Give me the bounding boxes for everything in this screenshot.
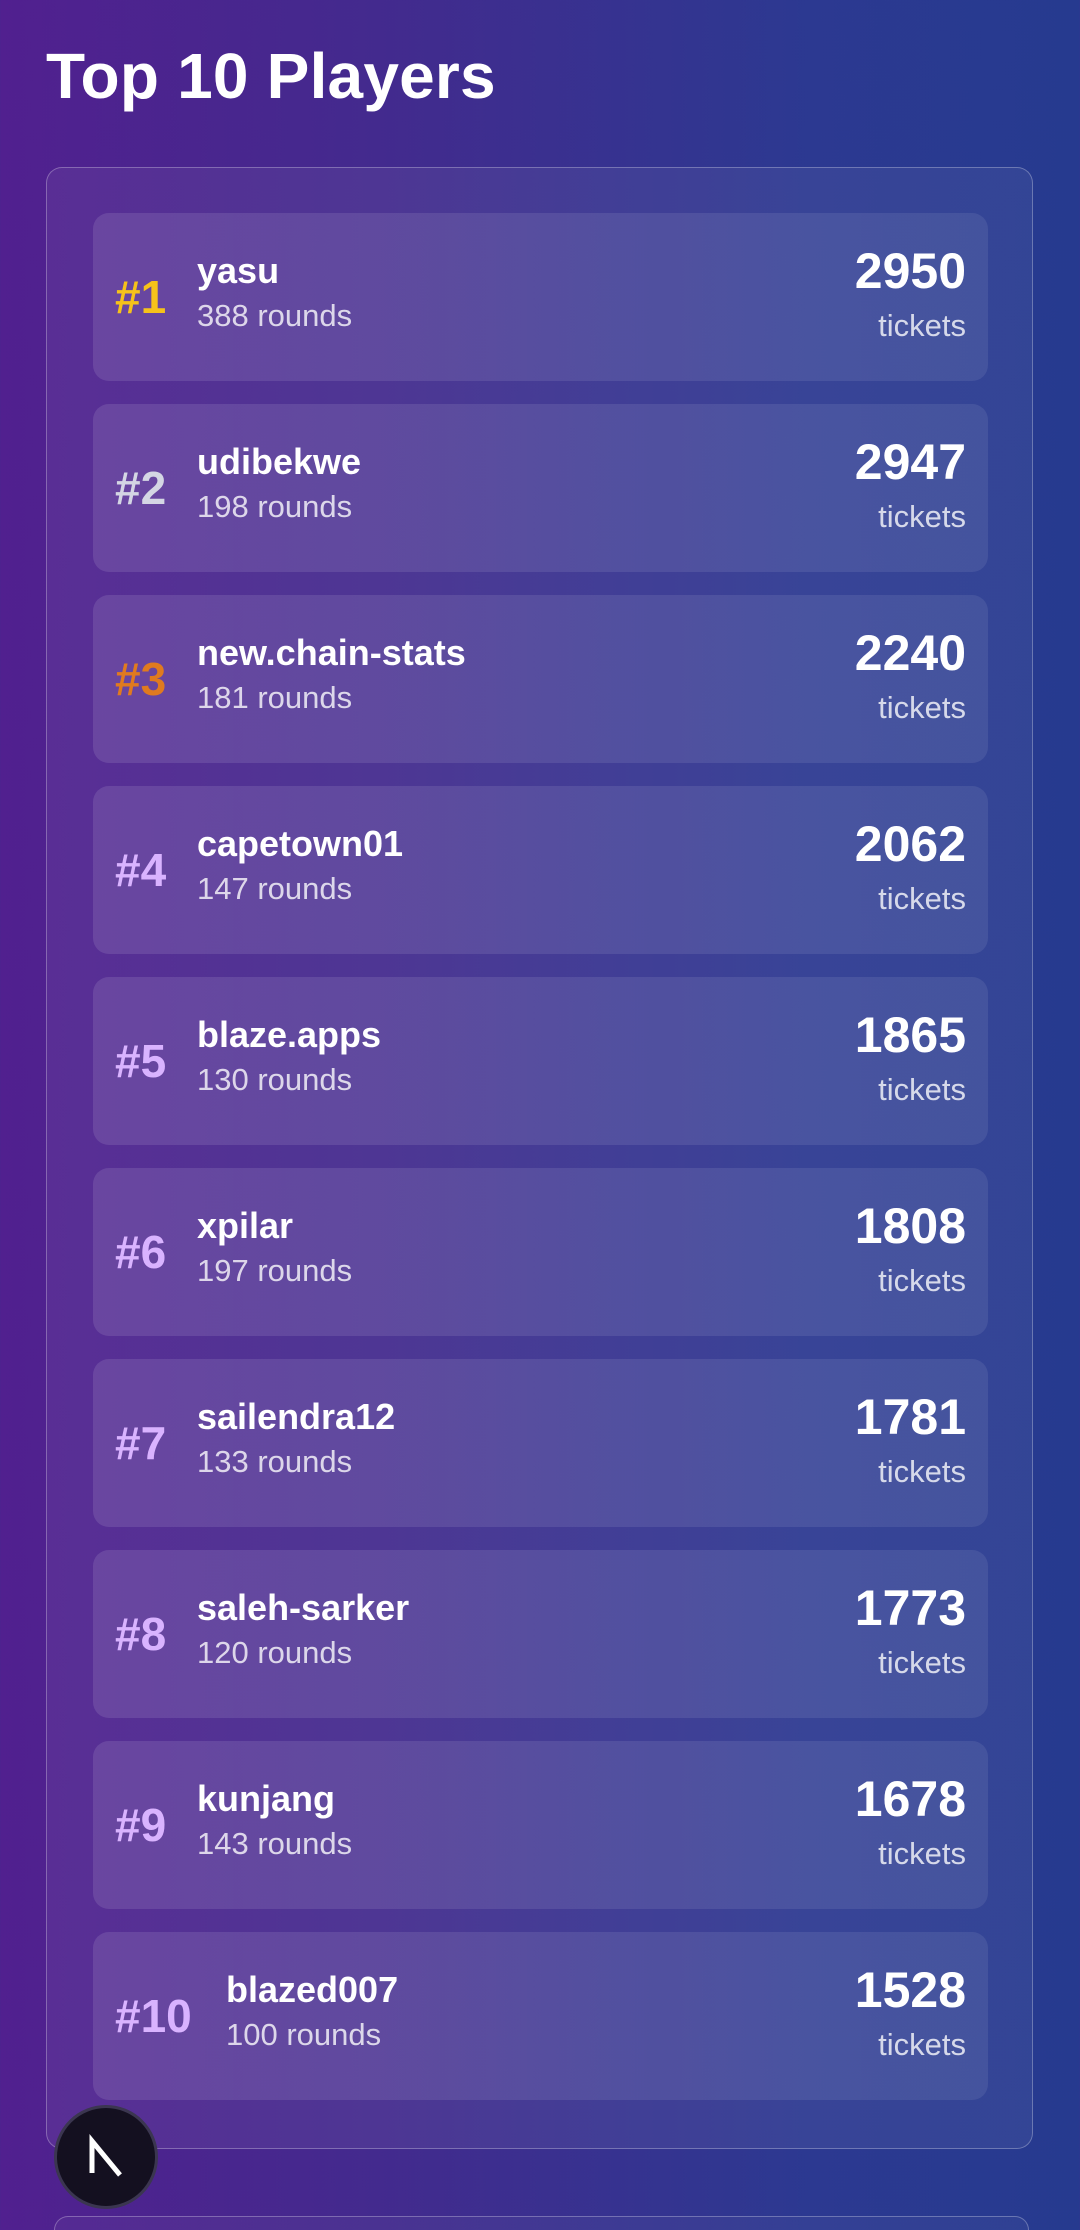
player-rounds: 143 rounds: [197, 1826, 353, 1861]
rank-label: #10: [115, 1990, 192, 2042]
player-name: kunjang: [197, 1778, 336, 1819]
rank-label: #4: [115, 844, 167, 896]
n-glyph-icon: [89, 2134, 122, 2177]
player-name: udibekwe: [197, 441, 362, 482]
player-rounds: 181 rounds: [197, 680, 353, 715]
player-info: saleh-sarker 120 rounds: [197, 1586, 409, 1672]
ticket-unit: tickets: [878, 1836, 966, 1871]
player-info: capetown01 147 rounds: [197, 822, 403, 908]
player-name: new.chain-stats: [197, 632, 466, 673]
ticket-count: 2240: [854, 625, 966, 681]
leaderboard-row[interactable]: #6 xpilar 197 rounds 1808 tickets: [93, 1168, 988, 1336]
player-info: udibekwe 198 rounds: [197, 440, 361, 526]
player-name: yasu: [197, 250, 280, 291]
ticket-unit: tickets: [878, 1072, 966, 1107]
player-rounds: 198 rounds: [197, 489, 353, 524]
player-name: sailendra12: [197, 1396, 396, 1437]
player-rounds: 133 rounds: [197, 1444, 353, 1479]
ticket-count: 1773: [854, 1580, 966, 1636]
nextjs-n-icon[interactable]: [54, 2105, 158, 2209]
player-info: yasu 388 rounds: [197, 249, 352, 335]
ticket-unit: tickets: [878, 881, 966, 916]
rank-label: #2: [115, 462, 167, 514]
score: 2240 tickets: [855, 625, 966, 727]
ticket-count: 1781: [854, 1389, 966, 1445]
ticket-unit: tickets: [878, 308, 966, 343]
player-rounds: 130 rounds: [197, 1062, 353, 1097]
player-name: xpilar: [197, 1205, 294, 1246]
score: 1678 tickets: [855, 1771, 966, 1873]
player-rounds: 120 rounds: [197, 1635, 353, 1670]
player-info: kunjang 143 rounds: [197, 1777, 352, 1863]
leaderboard-panel: #1 yasu 388 rounds 2950 tickets #2 udibe…: [46, 167, 1033, 2149]
ticket-unit: tickets: [878, 2027, 966, 2062]
player-rounds: 147 rounds: [197, 871, 353, 906]
ticket-count: 1865: [854, 1007, 966, 1063]
leaderboard-row[interactable]: #1 yasu 388 rounds 2950 tickets: [93, 213, 988, 381]
player-name: blaze.apps: [197, 1014, 382, 1055]
ticket-count: 2062: [854, 816, 966, 872]
player-name: blazed007: [226, 1969, 399, 2010]
leaderboard-row[interactable]: #10 blazed007 100 rounds 1528 tickets: [93, 1932, 988, 2100]
score: 2062 tickets: [855, 816, 966, 918]
ticket-unit: tickets: [878, 499, 966, 534]
leaderboard-row[interactable]: #9 kunjang 143 rounds 1678 tickets: [93, 1741, 988, 1909]
leaderboard-row[interactable]: #2 udibekwe 198 rounds 2947 tickets: [93, 404, 988, 572]
player-info: new.chain-stats 181 rounds: [197, 631, 466, 717]
score: 1781 tickets: [855, 1389, 966, 1491]
leaderboard-row[interactable]: #8 saleh-sarker 120 rounds 1773 tickets: [93, 1550, 988, 1718]
ticket-unit: tickets: [878, 1645, 966, 1680]
rank-label: #1: [115, 271, 167, 323]
player-name: capetown01: [197, 823, 404, 864]
rank-label: #7: [115, 1417, 167, 1469]
player-info: blazed007 100 rounds: [226, 1968, 398, 2054]
player-name: saleh-sarker: [197, 1587, 410, 1628]
rank-label: #6: [115, 1226, 167, 1278]
next-panel-edge: [54, 2216, 1029, 2230]
rank-label: #9: [115, 1799, 167, 1851]
score: 1773 tickets: [855, 1580, 966, 1682]
ticket-count: 1808: [854, 1198, 966, 1254]
leaderboard-row[interactable]: #7 sailendra12 133 rounds 1781 tickets: [93, 1359, 988, 1527]
score: 1808 tickets: [855, 1198, 966, 1300]
leaderboard-row[interactable]: #5 blaze.apps 130 rounds 1865 tickets: [93, 977, 988, 1145]
player-info: sailendra12 133 rounds: [197, 1395, 395, 1481]
score: 1865 tickets: [855, 1007, 966, 1109]
ticket-count: 1528: [854, 1962, 966, 2018]
leaderboard-row[interactable]: #4 capetown01 147 rounds 2062 tickets: [93, 786, 988, 954]
ticket-unit: tickets: [878, 690, 966, 725]
player-info: xpilar 197 rounds: [197, 1204, 352, 1290]
page-title: Top 10 Players: [46, 40, 496, 112]
score: 2947 tickets: [855, 434, 966, 536]
ticket-unit: tickets: [878, 1263, 966, 1298]
score: 2950 tickets: [855, 243, 966, 345]
rank-label: #3: [115, 653, 167, 705]
ticket-unit: tickets: [878, 1454, 966, 1489]
leaderboard-list: #1 yasu 388 rounds 2950 tickets #2 udibe…: [93, 213, 988, 2123]
rank-label: #8: [115, 1608, 167, 1660]
player-rounds: 197 rounds: [197, 1253, 353, 1288]
ticket-count: 2950: [854, 243, 966, 299]
ticket-count: 2947: [854, 434, 966, 490]
leaderboard-row[interactable]: #3 new.chain-stats 181 rounds 2240 ticke…: [93, 595, 988, 763]
player-info: blaze.apps 130 rounds: [197, 1013, 381, 1099]
ticket-count: 1678: [854, 1771, 966, 1827]
score: 1528 tickets: [855, 1962, 966, 2064]
rank-label: #5: [115, 1035, 167, 1087]
player-rounds: 388 rounds: [197, 298, 353, 333]
player-rounds: 100 rounds: [226, 2017, 382, 2052]
